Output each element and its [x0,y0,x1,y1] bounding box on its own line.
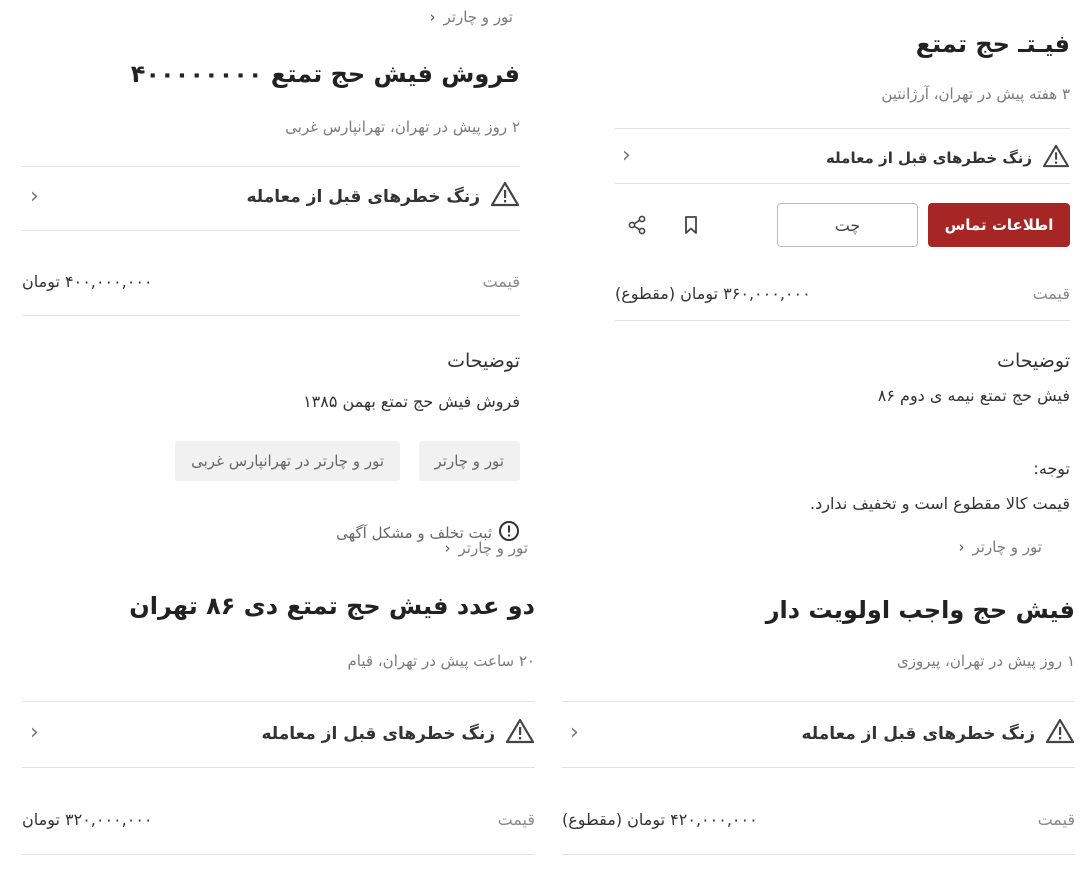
divider [562,767,1075,768]
share-icon[interactable] [622,211,652,239]
divider [22,315,520,316]
ad-meta: ۱ روز پیش در تهران، پیروزی [897,652,1075,670]
warning-row[interactable]: زنگ خطرهای قبل از معامله [826,144,1070,172]
breadcrumb-label: تور و چارتر [458,539,529,557]
breadcrumb[interactable]: تور و چارتر ‹ [959,538,1043,556]
chevron-left-icon[interactable]: ‹ [622,145,631,167]
description-title: توضیحات [997,350,1070,372]
breadcrumb[interactable]: تور و چارتر ‹ [445,539,529,557]
warning-row[interactable]: زنگ خطرهای قبل از معامله [801,718,1075,749]
chevron-left-icon: ‹ [429,8,436,26]
divider [562,854,1075,855]
warning-row[interactable]: زنگ خطرهای قبل از معامله [261,718,535,749]
ad-title: فیـتـ حج تمتع [915,30,1070,58]
chevron-left-icon[interactable]: ‹ [570,722,579,744]
warning-icon [1045,718,1075,749]
breadcrumb-label: تور و چارتر [443,8,514,26]
warning-label: زنگ خطرهای قبل از معامله [801,723,1035,744]
price-value: ۴۲۰,۰۰۰,۰۰۰ تومان (مقطوع) [562,810,758,829]
price-label: قیمت [1032,284,1070,303]
divider [22,230,520,231]
chevron-left-icon: ‹ [958,538,965,556]
description-text: فروش فیش حج تمتع بهمن ۱۳۸۵ [303,392,520,411]
ad-title: فروش فیش حج تمتع ۴۰۰۰۰۰۰۰۰ [130,60,520,88]
price-label: قیمت [1037,810,1075,829]
warning-row[interactable]: زنگ خطرهای قبل از معامله [246,181,520,212]
note-text: قیمت کالا مقطوع است و تخفیف ندارد. [810,494,1070,513]
divider [22,166,520,167]
warning-icon [505,718,535,749]
ad-meta: ۲ روز پیش در تهران، تهرانپارس غربی [285,118,520,136]
chevron-left-icon: ‹ [444,539,451,557]
price-value: ۳۶۰,۰۰۰,۰۰۰ تومان (مقطوع) [615,284,811,303]
breadcrumb[interactable]: تور و چارتر ‹ [430,8,514,26]
warning-icon [490,181,520,212]
chevron-left-icon[interactable]: ‹ [30,722,39,744]
description-text: فیش حج تمتع نیمه ی دوم ۸۶ [877,386,1070,405]
warning-label: زنگ خطرهای قبل از معامله [825,149,1032,167]
contact-info-button[interactable]: اطلاعات تماس [928,203,1070,247]
price-label: قیمت [497,810,535,829]
price-value: ۳۲۰,۰۰۰,۰۰۰ تومان [22,810,153,829]
note-title: توجه: [1033,459,1070,478]
tag-chip[interactable]: تور و چارتر [418,441,520,481]
breadcrumb-label: تور و چارتر [972,538,1043,556]
tag-chip[interactable]: تور و چارتر در تهرانپارس غربی [175,441,400,481]
divider [562,701,1075,702]
price-label: قیمت [482,272,520,291]
chat-button[interactable]: چت [777,203,918,247]
bookmark-icon[interactable] [676,211,706,239]
warning-label: زنگ خطرهای قبل از معامله [261,723,495,744]
divider [22,854,535,855]
divider [22,767,535,768]
divider [615,183,1070,184]
divider [22,701,535,702]
ad-meta: ۳ هفته پیش در تهران، آرژانتین [881,85,1070,103]
ad-title: فیش حج واجب اولویت دار [765,596,1075,624]
description-title: توضیحات [447,350,520,372]
ad-title: دو عدد فیش حج تمتع دی ۸۶ تهران [129,592,535,620]
divider [615,320,1070,321]
divider [615,128,1070,129]
warning-icon [1042,144,1070,172]
ad-meta: ۲۰ ساعت پیش در تهران، قیام [347,652,535,670]
chevron-left-icon[interactable]: ‹ [30,186,39,208]
warning-label: زنگ خطرهای قبل از معامله [246,186,480,207]
price-value: ۴۰۰,۰۰۰,۰۰۰ تومان [22,272,153,291]
